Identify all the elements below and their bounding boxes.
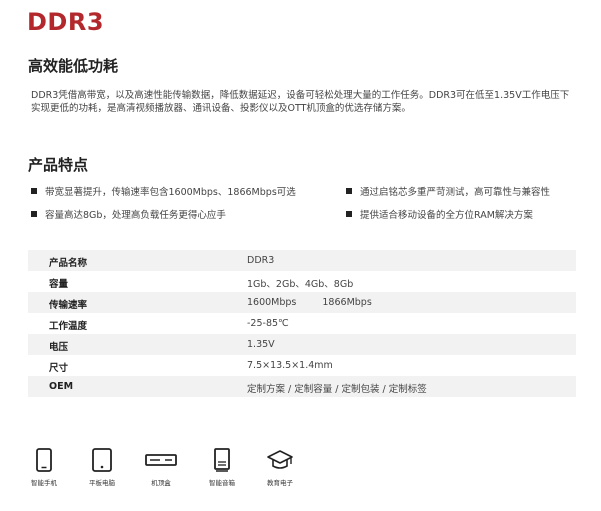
spec-value: 1600Mbps 1866Mbps [247, 297, 372, 308]
app-education: 教育电子 [250, 448, 310, 487]
spec-key: 工作温度 [49, 321, 88, 332]
app-label: 平板电脑 [89, 479, 115, 487]
spec-table: 产品名称 DDR3 容量 1Gb、2Gb、4Gb、8Gb 传输速率 1600Mb… [28, 250, 576, 397]
app-set-top-box: 机顶盒 [131, 448, 191, 487]
spec-value: 7.5×13.5×1.4mm [247, 360, 333, 371]
feature-text: 带宽显著提升，传输速率包含1600Mbps、1866Mbps可选 [45, 187, 296, 198]
feature-item: 容量高达8Gb，处理高负载任务更得心应手 [31, 207, 226, 221]
spec-row-size: 尺寸 7.5×13.5×1.4mm [28, 355, 576, 376]
app-label: 智能手机 [31, 479, 57, 487]
smartphone-icon [36, 448, 52, 472]
feature-item: 通过启铭芯多重严苛测试，高可靠性与兼容性 [346, 184, 550, 198]
app-tablet: 平板电脑 [72, 448, 132, 487]
feature-text: 通过启铭芯多重严苛测试，高可靠性与兼容性 [360, 187, 551, 198]
feature-text: 容量高达8Gb，处理高负载任务更得心应手 [45, 210, 226, 221]
spec-row-temperature: 工作温度 -25-85℃ [28, 313, 576, 334]
spec-row-oem: OEM 定制方案 / 定制容量 / 定制包装 / 定制标签 [28, 376, 576, 397]
bullet-square-icon [346, 188, 352, 194]
spec-key: OEM [49, 381, 74, 392]
feature-item: 提供适合移动设备的全方位RAM解决方案 [346, 207, 533, 221]
spec-row-voltage: 电压 1.35V [28, 334, 576, 355]
spec-value: 1Gb、2Gb、4Gb、8Gb [247, 279, 354, 290]
spec-row-product-name: 产品名称 DDR3 [28, 250, 576, 271]
bullet-square-icon [31, 188, 37, 194]
section-heading-efficiency: 高效能低功耗 [28, 57, 119, 75]
spec-value-1866: 1866Mbps [322, 297, 372, 308]
spec-value: -25-85℃ [247, 318, 289, 329]
spec-value: DDR3 [247, 255, 275, 266]
spec-key: 电压 [49, 342, 69, 353]
spec-value: 1.35V [247, 339, 275, 350]
spec-value: 定制方案 / 定制容量 / 定制包装 / 定制标签 [247, 384, 427, 395]
application-icons: 智能手机 平板电脑 机顶盒 智能音箱 教育电子 [0, 448, 601, 508]
spec-key: 传输速率 [49, 300, 88, 311]
page-title: DDR3 [27, 8, 105, 36]
app-smartphone: 智能手机 [14, 448, 74, 487]
tablet-icon [92, 448, 112, 472]
section-description: DDR3凭借高带宽，以及高速性能传输数据，降低数据延迟，设备可轻松处理大量的工作… [31, 90, 570, 114]
spec-row-speed: 传输速率 1600Mbps 1866Mbps [28, 292, 576, 313]
spec-key: 产品名称 [49, 258, 88, 269]
spec-key: 尺寸 [49, 363, 69, 374]
smart-speaker-icon [214, 448, 230, 472]
app-label: 机顶盒 [151, 479, 171, 487]
graduation-cap-icon [267, 450, 293, 469]
app-smart-speaker: 智能音箱 [192, 448, 252, 487]
spec-value-1600: 1600Mbps [247, 297, 297, 308]
feature-item: 带宽显著提升，传输速率包含1600Mbps、1866Mbps可选 [31, 184, 296, 198]
app-label: 智能音箱 [209, 479, 235, 487]
spec-key: 容量 [49, 279, 69, 290]
app-label: 教育电子 [267, 479, 293, 487]
section-heading-features: 产品特点 [28, 156, 89, 174]
feature-text: 提供适合移动设备的全方位RAM解决方案 [360, 210, 533, 221]
bullet-square-icon [346, 211, 352, 217]
spec-row-capacity: 容量 1Gb、2Gb、4Gb、8Gb [28, 271, 576, 292]
set-top-box-icon [145, 454, 177, 466]
bullet-square-icon [31, 211, 37, 217]
